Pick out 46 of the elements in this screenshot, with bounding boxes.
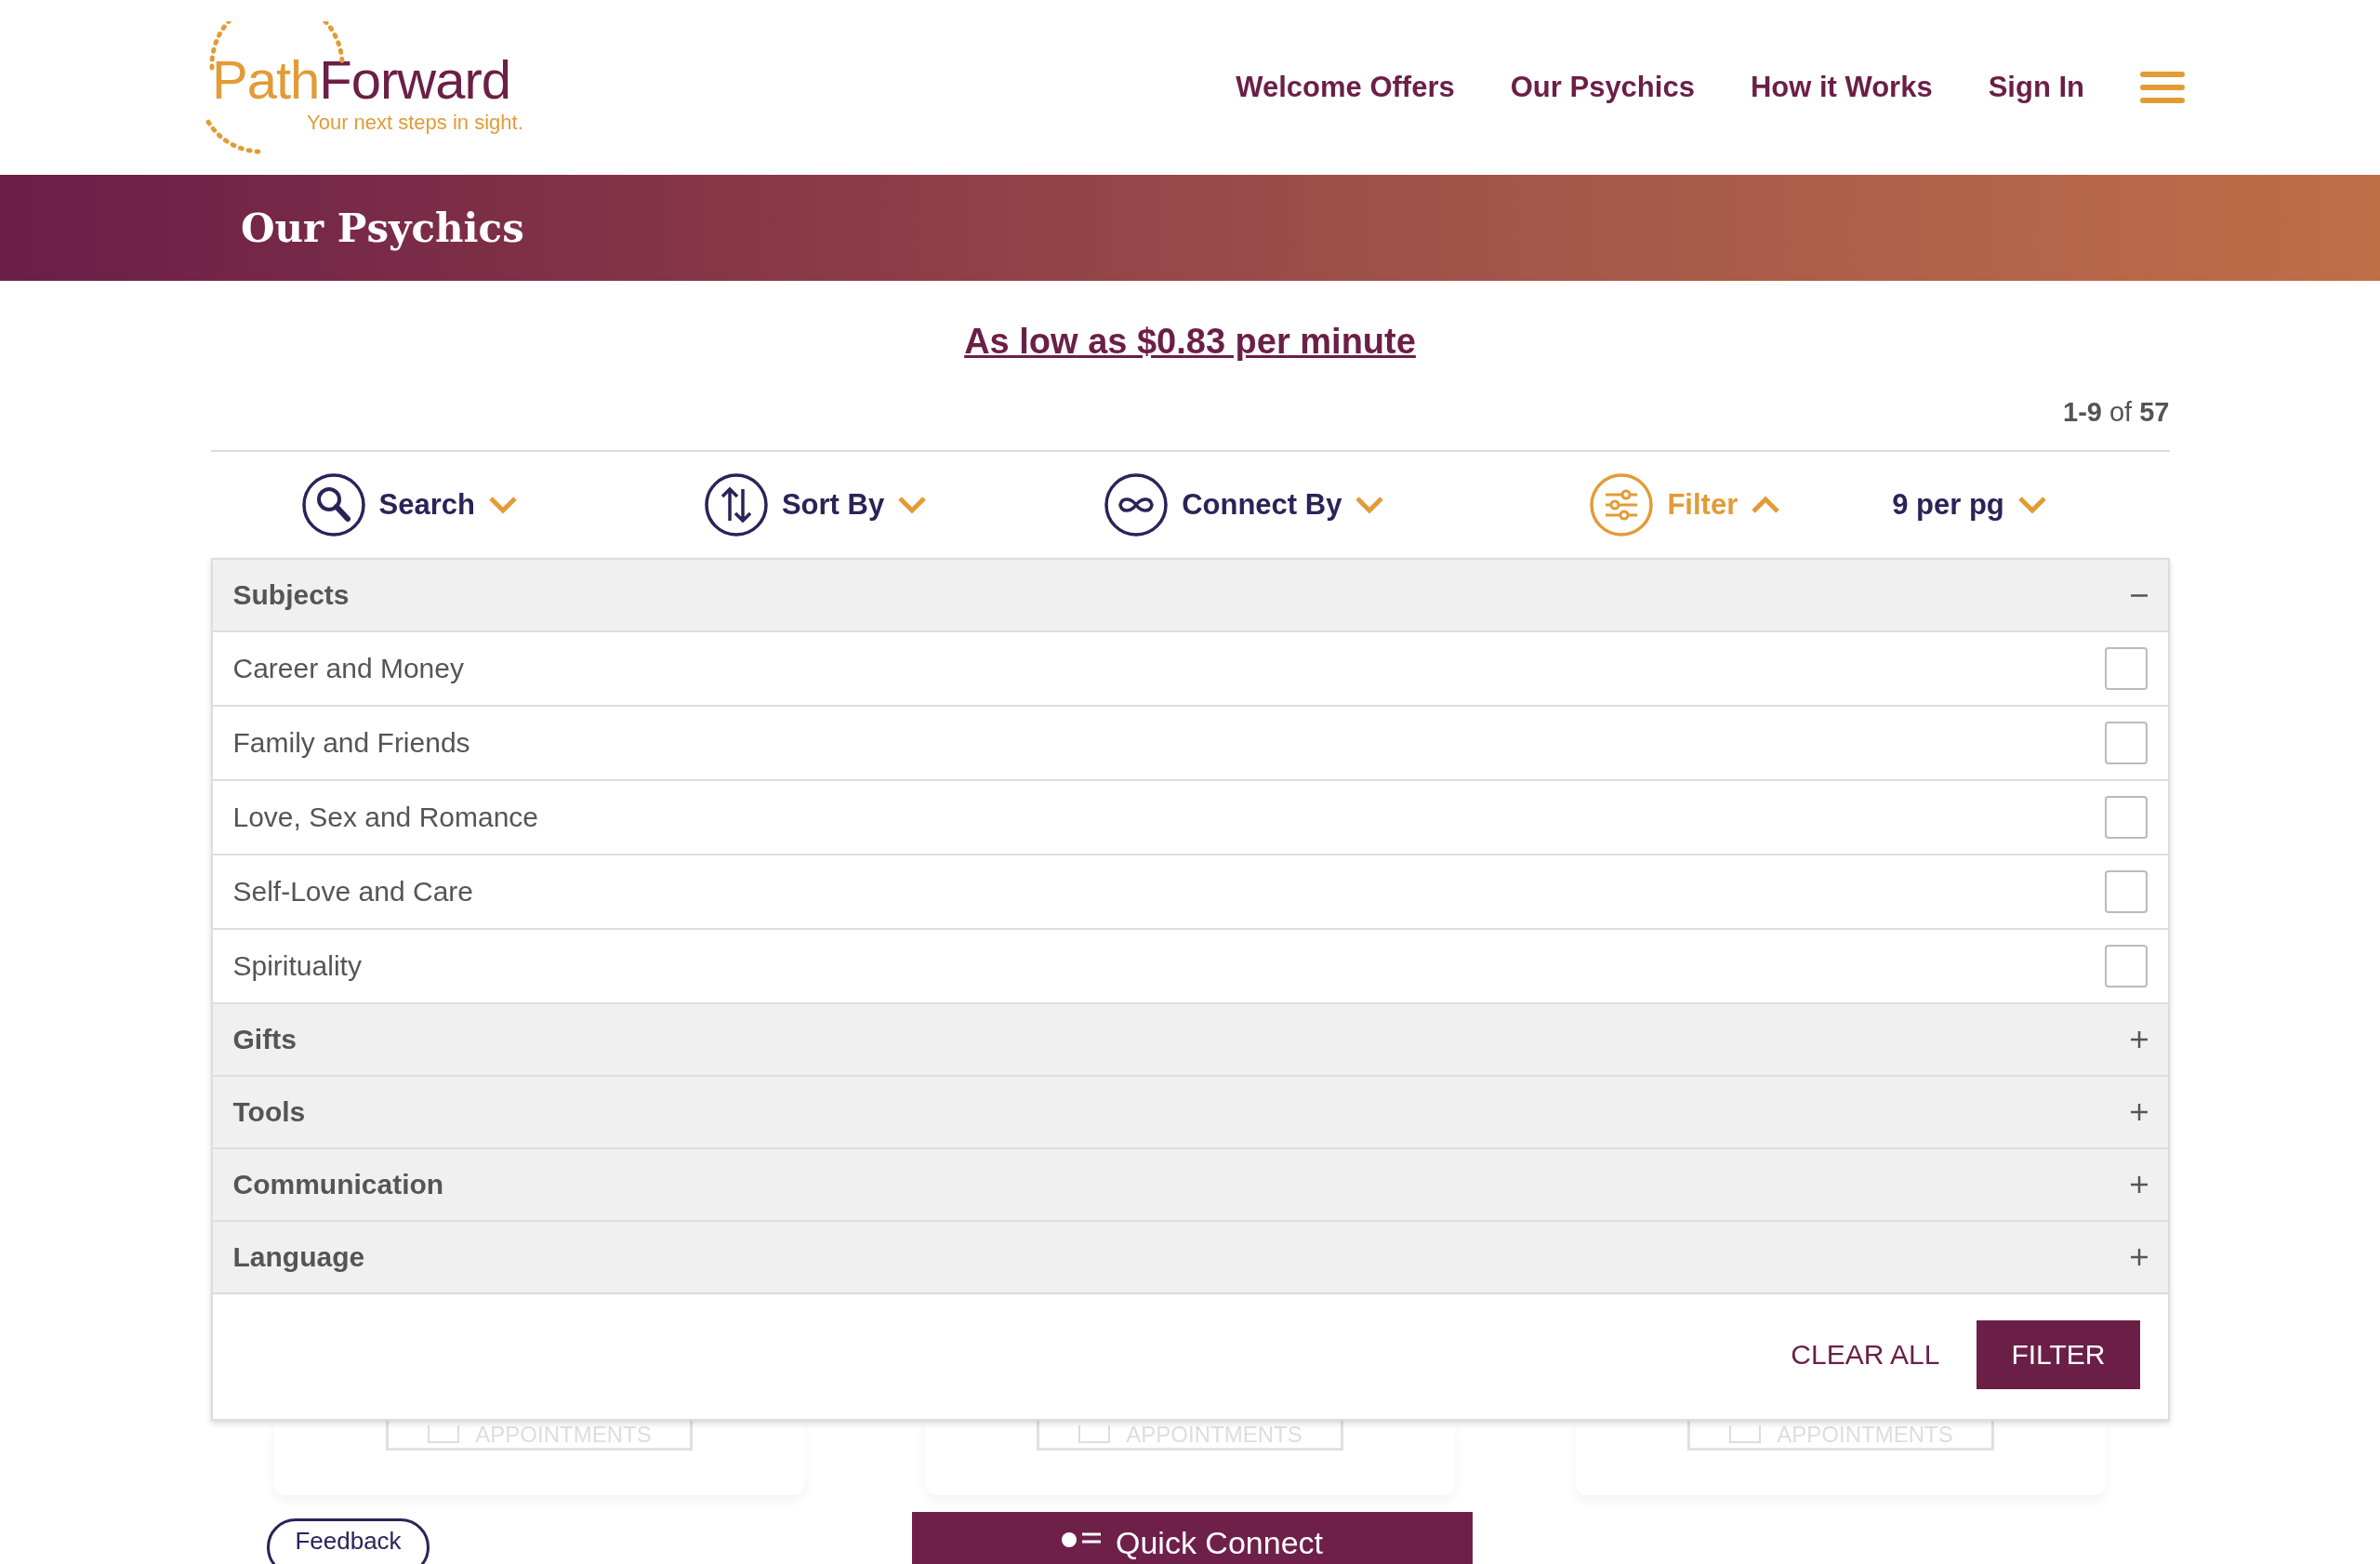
toolbar-dropdown[interactable]: Sort By [703, 472, 928, 537]
calendar-icon [1728, 1425, 1763, 1444]
filter-section-header[interactable]: Tools [212, 1077, 2168, 1149]
result-count: 1-9 of 57 [2063, 397, 2170, 428]
menu-icon[interactable] [2140, 71, 2185, 104]
toolbar-dropdown[interactable]: 9 per pg [1892, 488, 2047, 522]
search-icon [300, 472, 366, 537]
quick-connect-button[interactable]: Quick Connect [912, 1512, 1473, 1564]
logo-wordmark[interactable]: PathForward [212, 53, 511, 107]
checkbox[interactable] [2104, 722, 2148, 764]
nav-link[interactable]: Welcome Offers [1236, 71, 1455, 104]
logo-tagline: Your next steps in sight. [307, 111, 523, 135]
checkbox[interactable] [2104, 945, 2148, 987]
clear-all-button[interactable]: CLEAR ALL [1785, 1338, 1946, 1372]
checkbox[interactable] [2104, 870, 2148, 913]
page-title: Our Psychics [241, 205, 524, 251]
plus-icon [2130, 1176, 2148, 1193]
promo-link[interactable]: As low as $0.83 per minute [964, 322, 1416, 362]
nav-link[interactable]: Sign In [1988, 71, 2084, 104]
checkbox[interactable] [2104, 647, 2148, 690]
plus-icon [2130, 1249, 2148, 1266]
person-list-icon [1062, 1532, 1103, 1549]
filter-section-header[interactable]: Subjects [212, 560, 2168, 632]
toolbar-dropdown[interactable]: Connect By [1104, 472, 1385, 537]
filter-section-header[interactable]: Communication [212, 1149, 2168, 1222]
filter-section-header[interactable]: Gifts [212, 1004, 2168, 1077]
sort-arrows-icon [703, 472, 769, 537]
plus-icon [2130, 1031, 2148, 1048]
feedback-button[interactable]: Feedback [267, 1518, 430, 1564]
filter-option-label: Career and Money [232, 653, 464, 684]
checkbox[interactable] [2104, 796, 2148, 839]
infinity-icon [1104, 472, 1170, 537]
calendar-icon [427, 1425, 461, 1444]
calendar-icon [1078, 1425, 1112, 1444]
filter-button[interactable]: FILTER [1977, 1320, 2140, 1389]
filter-option-label: Spirituality [232, 950, 362, 982]
filter-section-header[interactable]: Language [212, 1222, 2168, 1294]
nav-link[interactable]: How it Works [1750, 71, 1933, 104]
minus-icon [2130, 593, 2148, 597]
filter-option-label: Family and Friends [232, 727, 470, 759]
plus-icon [2130, 1104, 2148, 1120]
filter-option-label: Self-Love and Care [232, 876, 473, 908]
nav-link[interactable]: Our Psychics [1510, 71, 1695, 104]
sliders-icon [1589, 472, 1655, 537]
toolbar-dropdown[interactable]: Search [300, 472, 518, 537]
filter-option-label: Love, Sex and Romance [232, 802, 539, 833]
